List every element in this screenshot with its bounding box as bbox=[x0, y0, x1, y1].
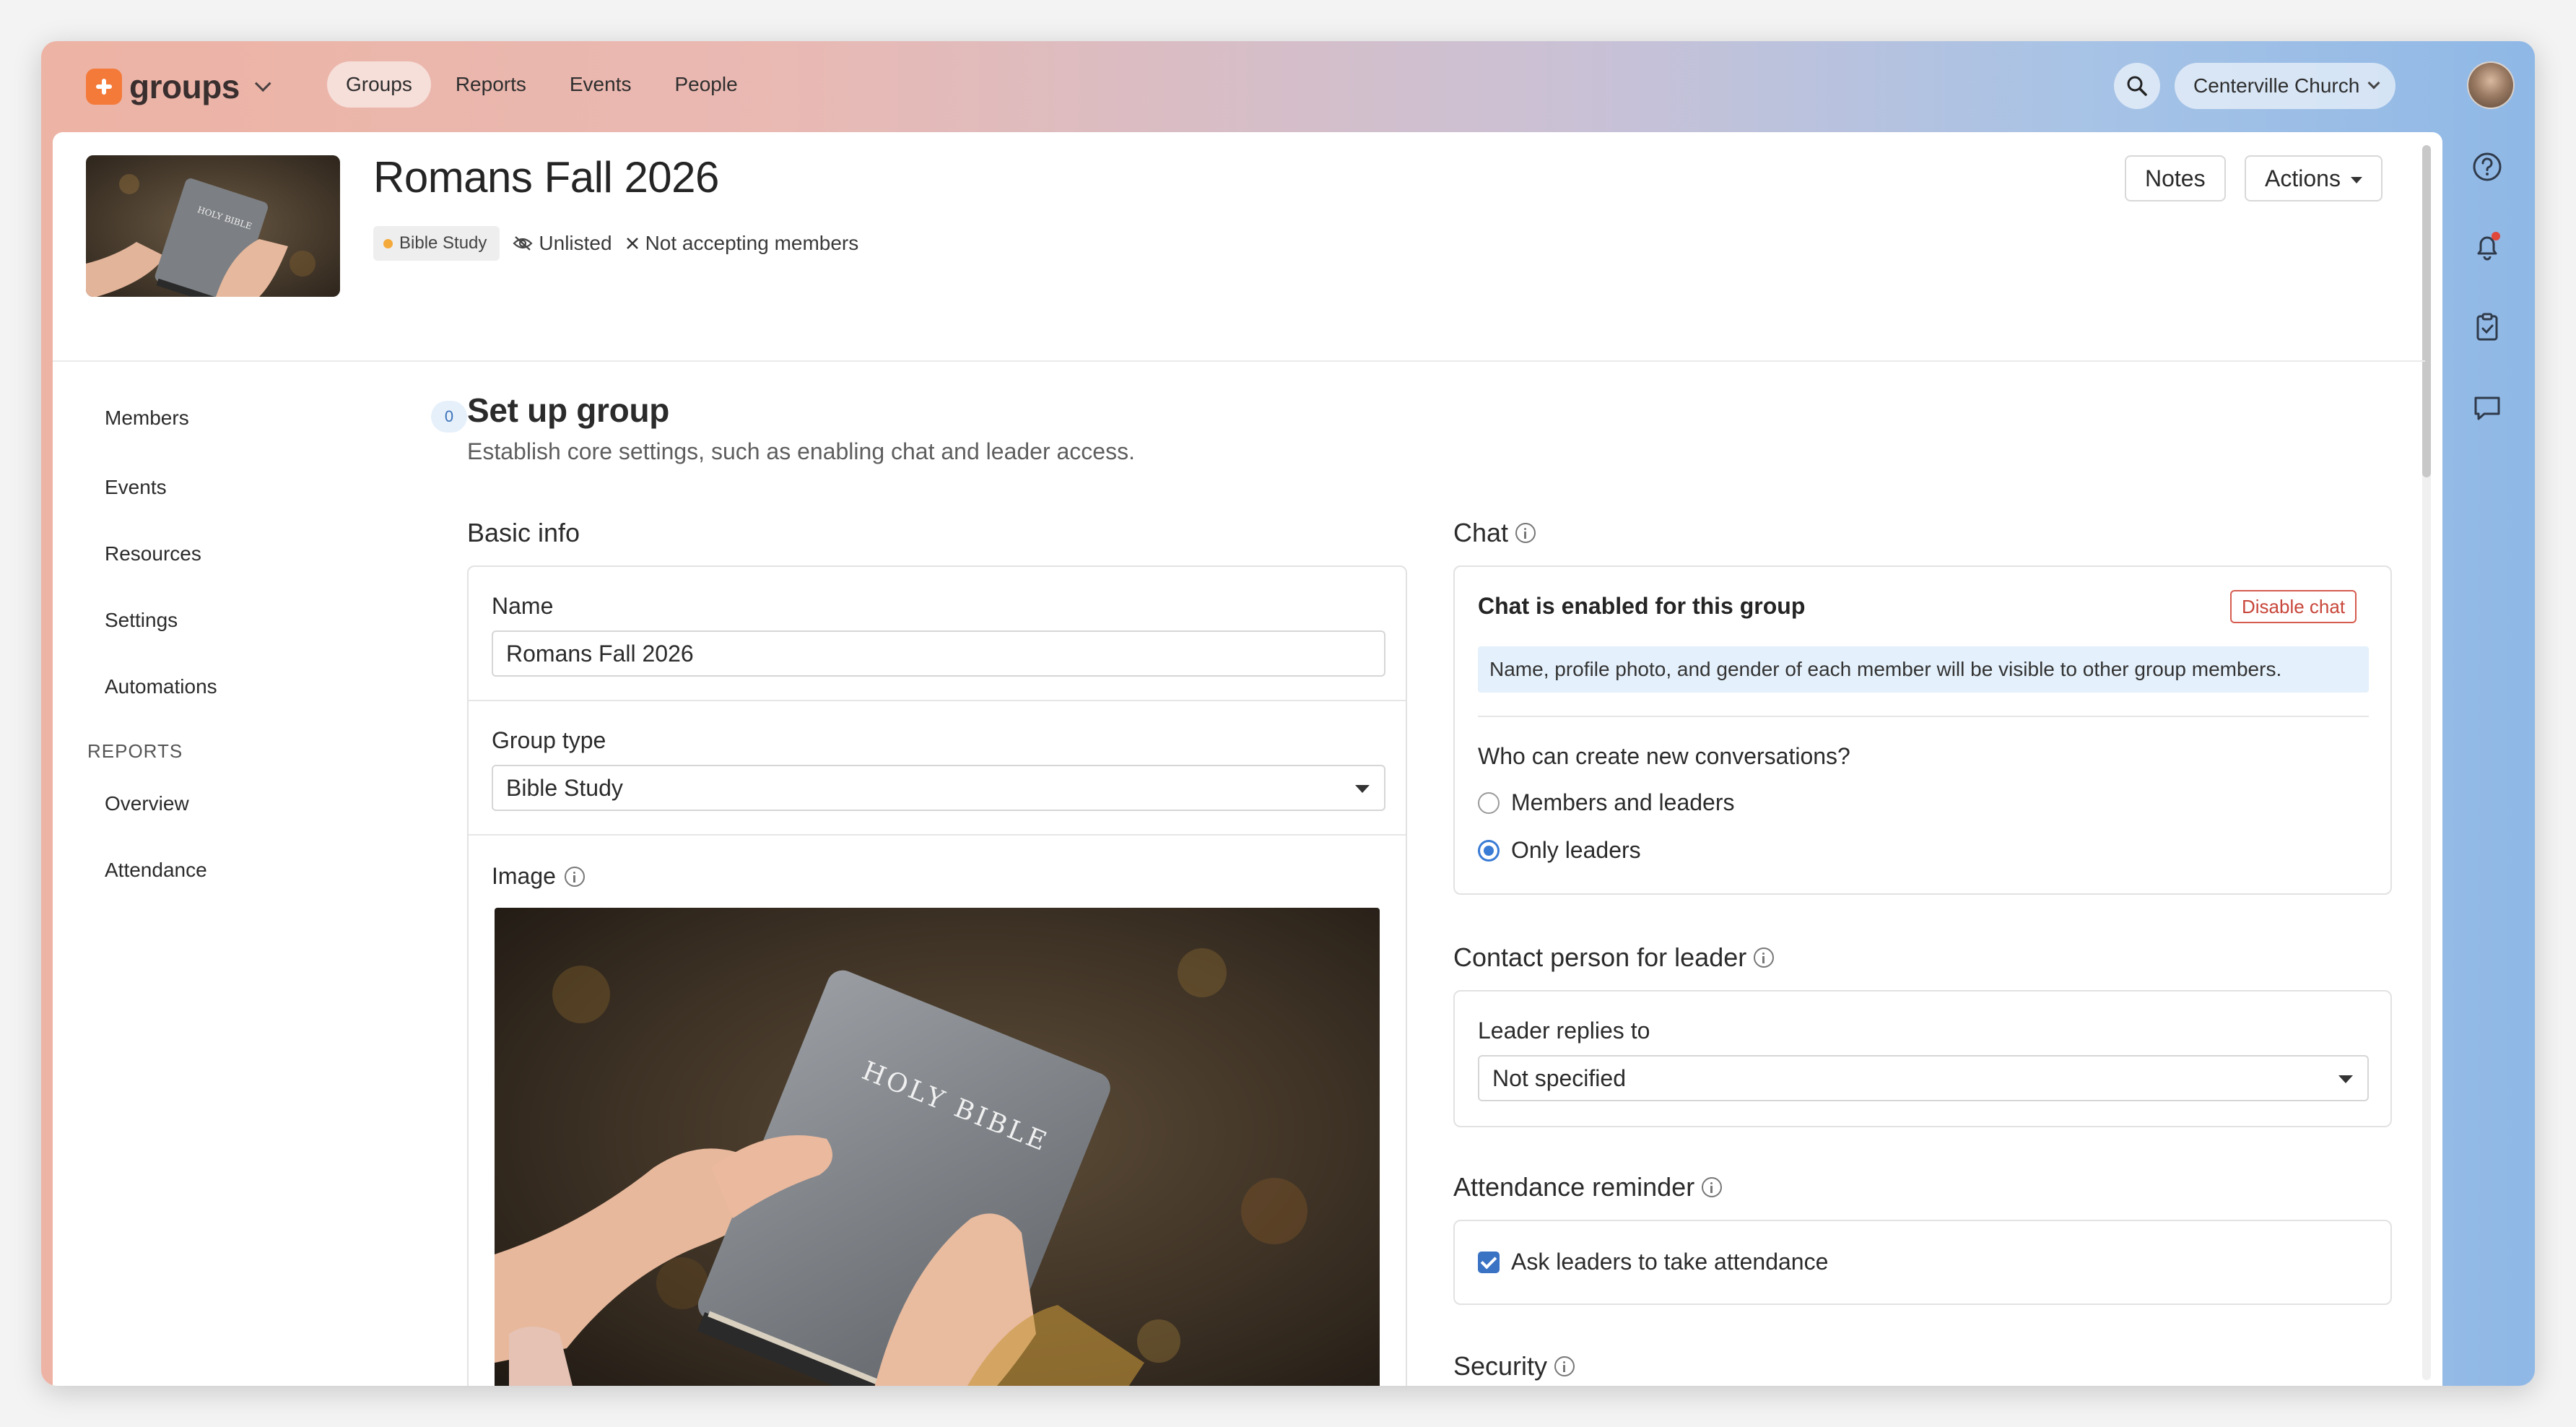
group-type-label: Group type bbox=[492, 727, 606, 753]
info-icon[interactable] bbox=[1515, 523, 1536, 543]
security-heading: Security bbox=[1453, 1351, 1575, 1382]
sidebar-item-settings[interactable]: Settings bbox=[105, 609, 178, 632]
attendance-heading-text: Attendance reminder bbox=[1453, 1172, 1695, 1202]
nav-tab-reports[interactable]: Reports bbox=[437, 61, 545, 108]
page-title: Romans Fall 2026 bbox=[373, 153, 719, 201]
group-type-value: Bible Study bbox=[506, 775, 623, 801]
chat-visibility-notice: Name, profile photo, and gender of each … bbox=[1478, 646, 2369, 693]
info-icon[interactable] bbox=[564, 866, 585, 887]
notes-button-label: Notes bbox=[2145, 165, 2206, 191]
main-panel: HOLY BIBLE Romans Fall 2026 Bible Study … bbox=[53, 132, 2442, 1386]
checkbox-checked[interactable] bbox=[1478, 1251, 1500, 1273]
sidebar-item-automations[interactable]: Automations bbox=[105, 675, 217, 698]
info-icon[interactable] bbox=[1702, 1177, 1723, 1197]
search-icon bbox=[2127, 76, 2147, 96]
leader-replies-select[interactable]: Not specified bbox=[1478, 1055, 2369, 1101]
sidebar-item-resources[interactable]: Resources bbox=[105, 542, 201, 565]
group-type-select[interactable]: Bible Study bbox=[492, 765, 1385, 811]
attendance-heading: Attendance reminder bbox=[1453, 1172, 1723, 1202]
info-icon[interactable] bbox=[1554, 1356, 1575, 1376]
search-button[interactable] bbox=[2114, 63, 2160, 109]
chat-heading: Chat bbox=[1453, 518, 1536, 548]
nav-tab-events[interactable]: Events bbox=[551, 61, 650, 108]
members-count-badge: 0 bbox=[431, 401, 467, 433]
radio-label: Members and leaders bbox=[1511, 789, 1735, 815]
setup-title: Set up group bbox=[467, 391, 670, 429]
image-label-row: Image bbox=[492, 863, 585, 890]
main-nav: Groups Reports Events People bbox=[327, 61, 757, 108]
card-divider bbox=[469, 700, 1406, 701]
actions-button-label: Actions bbox=[2265, 165, 2341, 191]
app-window: groups Groups Reports Events People Cent… bbox=[41, 41, 2535, 1386]
basic-info-heading: Basic info bbox=[467, 518, 580, 548]
avatar[interactable] bbox=[2467, 61, 2515, 109]
caret-down-icon bbox=[2338, 1075, 2353, 1083]
org-switcher[interactable]: Centerville Church bbox=[2175, 63, 2396, 109]
radio-label: Only leaders bbox=[1511, 837, 1641, 863]
card-divider bbox=[469, 834, 1406, 836]
group-cover-image: HOLY BIBLE bbox=[86, 155, 340, 297]
radio-button-selected[interactable] bbox=[1478, 839, 1500, 862]
sidebar-item-attendance[interactable]: Attendance bbox=[105, 859, 207, 882]
radio-members-and-leaders[interactable]: Members and leaders bbox=[1478, 789, 1734, 816]
contact-heading-text: Contact person for leader bbox=[1453, 942, 1747, 972]
app-switcher[interactable]: groups bbox=[86, 67, 271, 106]
conversation-permission-question: Who can create new conversations? bbox=[1478, 743, 1850, 769]
notes-button[interactable]: Notes bbox=[2125, 155, 2226, 201]
membership-status: Not accepting members bbox=[625, 232, 859, 255]
radio-button[interactable] bbox=[1478, 791, 1500, 814]
contact-card: Leader replies to Not specified bbox=[1453, 990, 2392, 1127]
setup-subtitle: Establish core settings, such as enablin… bbox=[467, 438, 1135, 464]
leader-replies-value: Not specified bbox=[1492, 1065, 1626, 1091]
group-image-preview[interactable]: HOLY BIBLE bbox=[495, 908, 1380, 1386]
caret-down-icon bbox=[1355, 785, 1370, 793]
group-meta: Bible Study Unlisted Not accepting membe… bbox=[373, 226, 858, 261]
caret-down-icon bbox=[2350, 177, 2362, 184]
name-label: Name bbox=[492, 593, 554, 619]
eye-slash-icon bbox=[513, 236, 533, 251]
actions-button[interactable]: Actions bbox=[2245, 155, 2383, 201]
group-type-badge: Bible Study bbox=[373, 226, 500, 261]
nav-tab-groups[interactable]: Groups bbox=[327, 61, 431, 108]
radio-only-leaders[interactable]: Only leaders bbox=[1478, 837, 1641, 864]
name-input[interactable]: Romans Fall 2026 bbox=[492, 630, 1385, 677]
chevron-down-icon bbox=[2367, 77, 2380, 90]
chat-card: Chat is enabled for this group Disable c… bbox=[1453, 565, 2392, 895]
notification-bell-icon[interactable] bbox=[2468, 227, 2506, 265]
clipboard-check-icon[interactable] bbox=[2468, 308, 2506, 346]
leader-replies-label: Leader replies to bbox=[1478, 1018, 1650, 1044]
chat-bubble-icon[interactable] bbox=[2468, 389, 2506, 427]
scrollbar-thumb[interactable] bbox=[2422, 145, 2431, 477]
app-name: groups bbox=[129, 68, 240, 105]
nav-tab-people[interactable]: People bbox=[656, 61, 756, 108]
attendance-checkbox-label: Ask leaders to take attendance bbox=[1511, 1249, 1829, 1275]
info-icon[interactable] bbox=[1754, 947, 1775, 968]
close-icon bbox=[626, 238, 638, 249]
visibility-label: Unlisted bbox=[539, 232, 612, 254]
sidebar-item-overview[interactable]: Overview bbox=[105, 792, 189, 815]
basic-info-heading-text: Basic info bbox=[467, 518, 580, 547]
sidebar-item-events[interactable]: Events bbox=[105, 476, 167, 499]
header-divider bbox=[53, 360, 2425, 362]
groups-logo-icon bbox=[86, 69, 122, 105]
visibility-status: Unlisted bbox=[513, 232, 612, 255]
org-name: Centerville Church bbox=[2193, 74, 2360, 97]
card-divider bbox=[1478, 716, 2369, 717]
top-bar: groups Groups Reports Events People Cent… bbox=[41, 41, 2535, 132]
sidebar-item-members[interactable]: Members bbox=[105, 407, 189, 430]
image-label: Image bbox=[492, 863, 556, 889]
basic-info-card: Name Romans Fall 2026 Group type Bible S… bbox=[467, 565, 1407, 1386]
attendance-card: Ask leaders to take attendance bbox=[1453, 1220, 2392, 1305]
help-icon[interactable] bbox=[2468, 148, 2506, 186]
attendance-checkbox-row[interactable]: Ask leaders to take attendance bbox=[1478, 1249, 1828, 1275]
security-heading-text: Security bbox=[1453, 1351, 1548, 1381]
chevron-down-icon bbox=[254, 75, 271, 92]
disable-chat-button[interactable]: Disable chat bbox=[2230, 590, 2357, 623]
contact-heading: Contact person for leader bbox=[1453, 942, 1775, 973]
chat-heading-text: Chat bbox=[1453, 518, 1509, 547]
chat-status: Chat is enabled for this group bbox=[1478, 593, 1806, 619]
sidebar-section-reports: REPORTS bbox=[87, 740, 183, 762]
membership-label: Not accepting members bbox=[645, 232, 859, 254]
